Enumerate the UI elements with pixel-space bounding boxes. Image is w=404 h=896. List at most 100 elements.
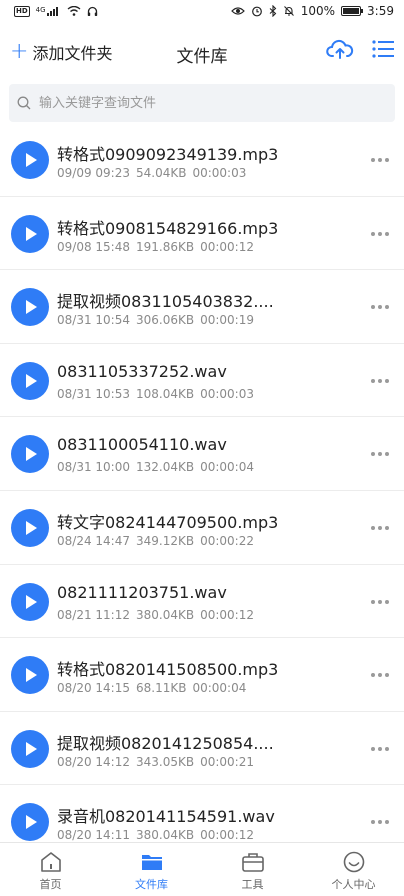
file-date: 09/08 15:48 [57, 239, 130, 254]
more-options-icon[interactable] [370, 665, 390, 685]
bottom-nav: 首页 文件库 工具 个人中心 [0, 842, 404, 896]
file-date: 08/24 14:47 [57, 533, 130, 548]
file-name: 0831105337252.wav [57, 361, 227, 381]
file-name: 转格式0908154829166.mp3 [57, 218, 279, 238]
more-options-icon[interactable] [370, 812, 390, 832]
more-options-icon[interactable] [370, 150, 390, 170]
play-button[interactable] [11, 508, 49, 547]
file-duration: 00:00:21 [200, 754, 254, 769]
file-meta: 08/20 14:12 343.05KB 00:00:21 [57, 755, 260, 769]
play-button[interactable] [11, 288, 49, 327]
folder-icon [140, 851, 164, 876]
more-options-icon[interactable] [370, 739, 390, 759]
play-button[interactable] [11, 141, 49, 179]
nav-library[interactable]: 文件库 [101, 843, 202, 896]
nav-home[interactable]: 首页 [0, 843, 101, 896]
file-row[interactable]: 转格式0908154829166.mp3 09/08 15:48 191.86KB 0… [0, 197, 404, 271]
alarm-icon [251, 6, 262, 17]
status-bar: HD 4G 100% 3:59 [0, 0, 404, 22]
battery-icon [341, 6, 364, 16]
play-button[interactable] [11, 361, 49, 400]
more-options-icon[interactable] [370, 297, 390, 317]
play-button[interactable] [11, 729, 49, 768]
file-size: 68.11KB [135, 681, 187, 696]
nav-label: 工具 [241, 878, 264, 891]
more-options-icon[interactable] [370, 518, 390, 538]
more-options-icon[interactable] [370, 371, 390, 391]
clock: 3:59 [367, 4, 394, 18]
status-left: HD 4G [14, 5, 98, 17]
file-meta: 08/31 10:53 108.04KB 00:00:03 [57, 387, 260, 401]
file-meta: 08/20 14:15 68.11KB 00:00:04 [57, 681, 252, 695]
file-meta: 08/24 14:47 349.12KB 00:00:22 [57, 534, 260, 548]
file-duration: 00:00:19 [200, 313, 254, 328]
battery-fill [343, 8, 360, 14]
play-button[interactable] [11, 214, 49, 253]
search-icon [17, 96, 31, 110]
file-meta: 09/08 15:48 191.86KB 00:00:12 [57, 240, 260, 254]
search-bar [9, 84, 395, 122]
file-row[interactable]: 0831100054110.wav 08/31 10:00 132.04KB 00:0… [0, 417, 404, 491]
more-options-icon[interactable] [370, 224, 390, 244]
headset-icon [87, 6, 97, 16]
toolbox-icon [241, 851, 265, 876]
file-row[interactable]: 转格式0909092349139.mp3 09/09 09:23 54.04KB 00… [0, 123, 404, 197]
signal-icon: 4G [36, 6, 61, 16]
file-row[interactable]: 提取视频0831105403832.... 08/31 10:54 306.06KB… [0, 270, 404, 344]
nav-label: 首页 [39, 878, 62, 891]
file-name: 转文字0824144709500.mp3 [57, 512, 279, 532]
battery-percent: 100% [300, 4, 336, 18]
file-list: 转格式0909092349139.mp3 09/09 09:23 54.04KB 00… [0, 123, 404, 859]
more-options-icon[interactable] [370, 592, 390, 612]
nav-profile[interactable]: 个人中心 [303, 843, 404, 896]
file-duration: 00:00:03 [200, 386, 254, 401]
file-name: 转格式0909092349139.mp3 [57, 145, 279, 164]
file-date: 08/20 14:11 [57, 828, 130, 843]
file-name: 提取视频0831105403832.... [57, 292, 274, 312]
file-row[interactable]: 转文字0824144709500.mp3 08/24 14:47 349.12KB 0… [0, 491, 404, 565]
file-size: 191.86KB [135, 239, 195, 254]
search-input[interactable] [37, 94, 361, 112]
file-date: 08/20 14:15 [57, 681, 130, 696]
file-duration: 00:00:04 [200, 460, 254, 475]
network-type: 4G [35, 6, 46, 14]
file-date: 08/20 14:12 [57, 754, 130, 769]
nav-tools[interactable]: 工具 [202, 843, 303, 896]
file-duration: 00:00:22 [200, 533, 254, 548]
hd-indicator: HD [14, 5, 30, 17]
file-duration: 00:00:12 [200, 239, 254, 254]
file-meta: 08/21 11:12 380.04KB 00:00:12 [57, 608, 260, 622]
file-size: 380.04KB [135, 607, 195, 622]
play-button[interactable] [11, 656, 49, 695]
cloud-upload-icon[interactable] [326, 38, 354, 60]
home-icon [39, 851, 63, 876]
file-duration: 00:00:04 [192, 681, 247, 696]
file-size: 349.12KB [135, 533, 195, 548]
file-duration: 00:00:03 [192, 166, 247, 180]
file-duration: 00:00:12 [200, 607, 254, 622]
file-meta: 09/09 09:23 54.04KB 00:00:03 [57, 166, 252, 180]
more-options-icon[interactable] [370, 444, 390, 464]
add-folder-label: 添加文件夹 [32, 44, 113, 63]
file-date: 08/31 10:54 [57, 313, 130, 328]
file-meta: 08/31 10:54 306.06KB 00:00:19 [57, 313, 260, 327]
play-button[interactable] [11, 803, 49, 842]
file-size: 132.04KB [135, 460, 195, 475]
play-button[interactable] [11, 582, 49, 621]
mute-icon [283, 6, 294, 16]
status-right: 100% 3:59 [230, 4, 394, 18]
file-size: 306.06KB [135, 313, 195, 328]
file-row[interactable]: 0821111203751.wav 08/21 11:12 380.04KB 00:0… [0, 565, 404, 639]
file-row[interactable]: 提取视频0820141250854.... 08/20 14:12 343.05KB… [0, 712, 404, 786]
file-size: 54.04KB [135, 166, 187, 180]
play-button[interactable] [11, 435, 49, 474]
file-name: 提取视频0820141250854.... [57, 733, 274, 753]
file-row[interactable]: 0831105337252.wav 08/31 10:53 108.04KB 00:0… [0, 344, 404, 418]
list-menu-icon[interactable] [372, 40, 394, 58]
nav-label: 个人中心 [331, 878, 376, 891]
header-actions [326, 38, 394, 60]
file-date: 08/31 10:53 [57, 386, 130, 401]
file-row[interactable]: 转格式0820141508500.mp3 08/20 14:15 68.11KB 00… [0, 638, 404, 712]
add-folder-button[interactable]: + 添加文件夹 [10, 40, 112, 64]
file-size: 380.04KB [135, 828, 195, 843]
